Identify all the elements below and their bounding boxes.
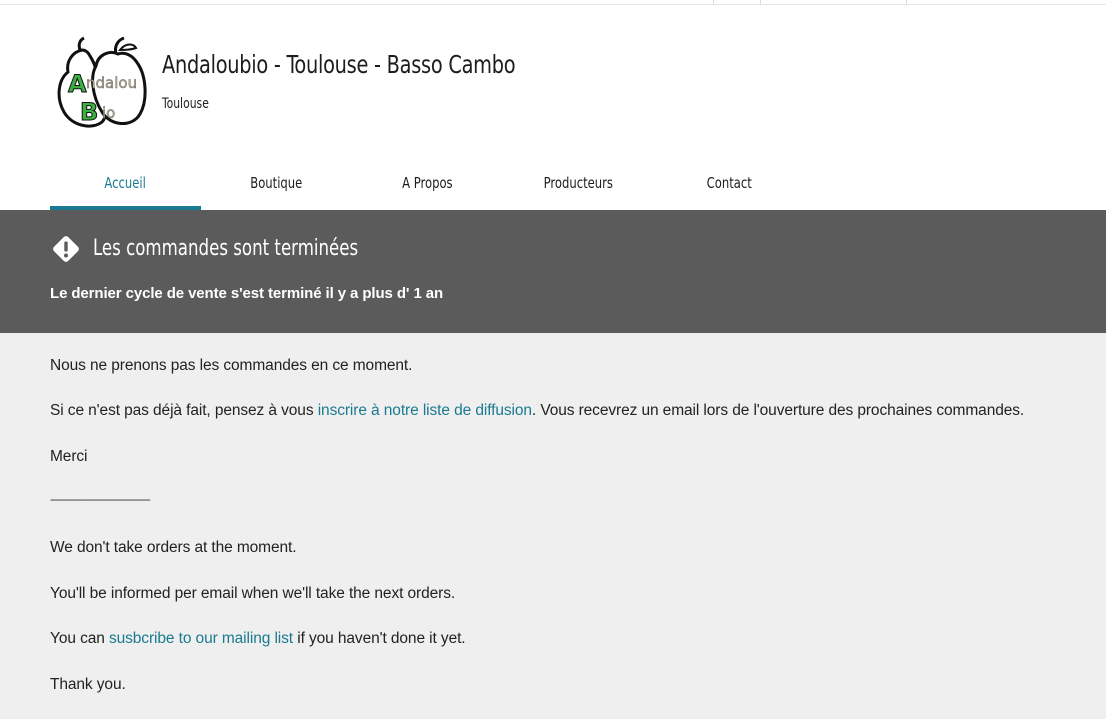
- nav-tab-contact[interactable]: Contact: [654, 160, 805, 210]
- nav-tab-a-propos[interactable]: A Propos: [352, 160, 503, 210]
- separator-line: ----------------------------------------…: [50, 494, 151, 506]
- message-paragraph: Nous ne prenons pas les commandes en ce …: [50, 357, 413, 374]
- mailing-list-link-fr[interactable]: inscrire à notre liste de diffusion: [318, 402, 532, 419]
- message-paragraph: You can susbcribe to our mailing list if…: [50, 630, 466, 648]
- top-bar: [0, 0, 1106, 5]
- svg-text:A: A: [68, 70, 87, 98]
- message-paragraph: You'll be informed per email when we'll …: [50, 585, 456, 602]
- text: . Vous recevrez un email lors de l'ouver…: [531, 402, 1025, 419]
- top-bar-divider: [760, 0, 761, 5]
- nav-tab-label: Boutique: [250, 174, 303, 192]
- nav-tab-accueil[interactable]: Accueil: [50, 160, 201, 210]
- nav-tab-boutique[interactable]: Boutique: [201, 160, 352, 210]
- orders-closed-banner: Les commandes sont terminées Le dernier …: [0, 210, 1106, 333]
- banner-title: Les commandes sont terminées: [93, 236, 359, 261]
- top-bar-divider: [906, 0, 907, 5]
- nav-tab-label: Accueil: [104, 174, 147, 192]
- message-paragraph: We don't take orders at the moment.: [50, 539, 297, 556]
- nav-tab-label: Producteurs: [543, 174, 614, 192]
- top-bar-divider: [713, 0, 714, 5]
- nav-tab-producteurs[interactable]: Producteurs: [503, 160, 654, 210]
- shop-city: Toulouse: [162, 96, 209, 112]
- banner-subtitle: Le dernier cycle de vente s'est terminé …: [50, 285, 444, 302]
- text: You can: [50, 630, 109, 647]
- nav-tab-label: Contact: [706, 174, 753, 192]
- svg-text:ndalou: ndalou: [86, 74, 137, 92]
- text: Si ce n'est pas déjà fait, pensez à vous: [50, 402, 318, 419]
- text: if you haven't done it yet.: [293, 630, 466, 647]
- shop-title: Andaloubio - Toulouse - Basso Cambo: [162, 50, 516, 79]
- main-content: Nous ne prenons pas les commandes en ce …: [0, 333, 1106, 719]
- nav-tab-label: A Propos: [402, 174, 453, 192]
- message-paragraph: Merci: [50, 448, 88, 465]
- message-paragraph: Si ce n'est pas déjà fait, pensez à vous…: [50, 402, 1024, 420]
- svg-text:B: B: [80, 98, 98, 126]
- warning-diamond-icon: [53, 236, 79, 262]
- main-nav: Accueil Boutique A Propos Producteurs Co…: [50, 160, 805, 210]
- mailing-list-link-en[interactable]: susbcribe to our mailing list: [109, 630, 293, 647]
- message-paragraph: Thank you.: [50, 676, 126, 693]
- shop-logo[interactable]: A B ndalou io: [52, 36, 148, 134]
- svg-text:io: io: [102, 104, 115, 122]
